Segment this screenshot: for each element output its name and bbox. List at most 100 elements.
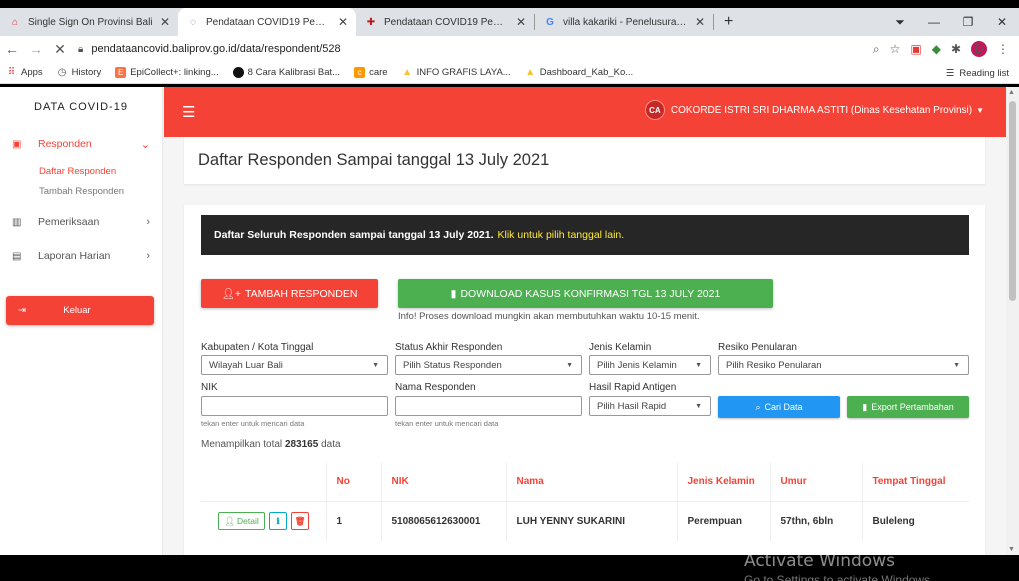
- tab-close-icon[interactable]: ✕: [516, 15, 526, 29]
- sidebar-subitem-daftar-responden[interactable]: Daftar Responden: [0, 161, 162, 181]
- sidebar-subitem-tambah-responden[interactable]: Tambah Responden: [0, 181, 162, 201]
- notice-text: Daftar Seluruh Responden sampai tanggal …: [214, 229, 494, 241]
- tab-close-icon[interactable]: ✕: [695, 15, 705, 29]
- browser-tab-sso[interactable]: ⌂ Single Sign On Provinsi Bali ✕: [0, 8, 178, 36]
- drive-icon: ▲: [402, 67, 413, 78]
- trash-icon[interactable]: 🗑︎: [291, 512, 309, 531]
- user-name: COKORDE ISTRI SRI DHARMA ASTITI (Dinas K…: [670, 104, 973, 116]
- extension-red-icon[interactable]: ▣: [910, 42, 921, 56]
- new-tab-button[interactable]: +: [714, 8, 743, 36]
- browser-tabstrip: ⌂ Single Sign On Provinsi Bali ✕ ◌ Penda…: [0, 8, 1019, 36]
- choose-date-link[interactable]: Klik untuk pilih tanggal lain.: [498, 229, 625, 241]
- table-header-row: No NIK Nama Jenis Kelamin Umur Tempat Ti…: [201, 463, 969, 502]
- kabupaten-select[interactable]: Wilayah Luar Bali ▼: [201, 355, 388, 375]
- url-text[interactable]: pendataancovid.baliprov.go.id/data/respo…: [91, 43, 340, 55]
- nama-label: Nama Responden: [395, 382, 476, 393]
- responden-table: No NIK Nama Jenis Kelamin Umur Tempat Ti…: [201, 463, 969, 541]
- jenis-kelamin-label: Jenis Kelamin: [589, 342, 652, 353]
- reading-list[interactable]: ☰ Reading list: [946, 62, 1009, 84]
- apps-grid-icon: ⠿: [7, 67, 16, 78]
- jenis-kelamin-select[interactable]: Pilih Jenis Kelamin ▼: [589, 355, 711, 375]
- toolbar-actions: ⌕ ☆ ▣ ◆ ✱ D ⋮: [873, 36, 1019, 62]
- forward-arrow-icon[interactable]: →: [24, 41, 48, 57]
- total-count-text: Menampilkan total 283165 data: [201, 439, 341, 450]
- detail-button[interactable]: 👤︎ Detail: [218, 512, 265, 531]
- file-download-icon: ▮: [450, 287, 457, 300]
- drive-icon: ▲: [525, 67, 536, 78]
- scroll-down-icon[interactable]: ▼: [1008, 546, 1015, 553]
- resiko-select[interactable]: Pilih Resiko Penularan ▼: [718, 355, 969, 375]
- extension-green-icon[interactable]: ◆: [932, 42, 941, 56]
- bookmarks-bar: ⠿ Apps ◷ History E EpiCollect+: linking.…: [0, 62, 1019, 84]
- col-header-no: No: [326, 463, 382, 502]
- info-icon[interactable]: ℹ: [269, 512, 287, 531]
- activate-windows-subtext: Go to Settings to activate Windows.: [744, 573, 934, 581]
- page-scrollbar[interactable]: ▲ ▼: [1006, 87, 1019, 555]
- laporan-icon: ▤: [12, 250, 22, 262]
- tab-close-icon[interactable]: ✕: [160, 15, 170, 29]
- nama-input[interactable]: [395, 396, 582, 416]
- restore-icon[interactable]: ❐: [951, 15, 985, 29]
- bookmark-star-icon[interactable]: ☆: [890, 42, 901, 56]
- bookmark-history[interactable]: ◷ History: [57, 67, 101, 78]
- status-select[interactable]: Pilih Status Responden ▼: [395, 355, 582, 375]
- browser-toolbar: ← → ✕ 🔒︎ pendataancovid.baliprov.go.id/d…: [0, 36, 1019, 62]
- user-menu[interactable]: CA COKORDE ISTRI SRI DHARMA ASTITI (Dina…: [644, 100, 984, 120]
- nik-input[interactable]: [201, 396, 388, 416]
- bookmark-epicollect[interactable]: E EpiCollect+: linking...: [115, 67, 219, 78]
- bookmark-kalibrasi[interactable]: 8 Cara Kalibrasi Bat...: [232, 67, 340, 78]
- scrollbar-thumb[interactable]: [1009, 101, 1016, 301]
- rapid-select[interactable]: Pilih Hasil Rapid ▼: [589, 396, 711, 416]
- cell-tempat-tinggal: Buleleng: [872, 515, 915, 527]
- pemeriksaan-icon: ▥: [12, 216, 22, 228]
- black-circle-icon: [232, 67, 244, 78]
- export-button[interactable]: ▮ Export Pertambahan: [847, 396, 969, 418]
- profile-avatar[interactable]: D: [971, 41, 987, 57]
- zoom-search-icon[interactable]: ⌕: [873, 42, 880, 57]
- logout-icon: ⇥: [18, 305, 26, 316]
- bookmark-dashboard[interactable]: ▲ Dashboard_Kab_Ko...: [525, 67, 633, 78]
- bookmark-care[interactable]: c care: [354, 67, 388, 78]
- google-g-icon: G: [546, 16, 554, 28]
- stop-loading-icon[interactable]: ✕: [48, 41, 72, 58]
- minimize-icon[interactable]: —: [917, 15, 951, 29]
- browser-tab-pendataan-active[interactable]: ◌ Pendataan COVID19 Pemprov Ba ✕: [178, 8, 356, 36]
- browser-menu-icon[interactable]: ⋮: [997, 42, 1009, 56]
- back-arrow-icon[interactable]: ←: [0, 41, 24, 57]
- dropdown-arrow-icon: ▼: [695, 361, 702, 369]
- nama-hint: tekan enter untuk mencari data: [395, 419, 499, 428]
- main-content: ☰ CA COKORDE ISTRI SRI DHARMA ASTITI (Di…: [164, 87, 1006, 555]
- browser-tab-pendataan-2[interactable]: ✚ Pendataan COVID19 Pemprov Ba ✕: [356, 8, 534, 36]
- tab-search-icon[interactable]: ⏷: [883, 15, 917, 30]
- cell-no: 1: [326, 501, 382, 541]
- tab-close-icon[interactable]: ✕: [338, 15, 348, 29]
- responden-icon: ▣: [12, 138, 22, 150]
- col-header-umur: Umur: [770, 463, 863, 502]
- logout-button[interactable]: ⇥ Keluar: [6, 296, 154, 325]
- download-confirmed-button[interactable]: ▮ DOWNLOAD KASUS KONFIRMASI TGL 13 JULY …: [398, 279, 773, 308]
- address-bar[interactable]: 🔒︎ pendataancovid.baliprov.go.id/data/re…: [78, 38, 898, 60]
- scroll-up-icon[interactable]: ▲: [1008, 89, 1015, 96]
- sidebar-item-responden[interactable]: ▣ Responden ⌄: [0, 127, 162, 161]
- browser-tab-google[interactable]: G villa kakariki - Penelusuran Goog ✕: [535, 8, 713, 36]
- col-header-actions: [201, 463, 327, 502]
- dropdown-arrow-icon: ▼: [953, 361, 960, 369]
- caret-down-icon: ▼: [976, 105, 984, 115]
- status-label: Status Akhir Responden: [395, 342, 503, 353]
- sidebar-item-pemeriksaan[interactable]: ▥ Pemeriksaan ›: [0, 205, 162, 239]
- hamburger-menu-icon[interactable]: ☰: [182, 103, 195, 121]
- bookmark-info-grafis[interactable]: ▲ INFO GRAFIS LAYA...: [402, 67, 511, 78]
- add-responden-button[interactable]: 👤︎+ TAMBAH RESPONDEN: [201, 279, 378, 308]
- close-window-icon[interactable]: ✕: [985, 15, 1019, 29]
- nik-hint: tekan enter untuk mencari data: [201, 419, 305, 428]
- activate-windows-watermark: Activate Windows: [744, 551, 895, 571]
- user-avatar: CA: [644, 100, 665, 120]
- lock-icon[interactable]: 🔒︎: [78, 44, 83, 55]
- extensions-puzzle-icon[interactable]: ✱: [951, 42, 961, 56]
- chevron-down-icon: ⌄: [140, 138, 150, 151]
- web-page: DATA COVID-19 ▣ Responden ⌄ Daftar Respo…: [0, 87, 1019, 555]
- search-data-button[interactable]: ⌕ Cari Data: [718, 396, 840, 418]
- cell-umur: 57thn, 6bln: [770, 501, 863, 541]
- sidebar-item-laporan-harian[interactable]: ▤ Laporan Harian ›: [0, 239, 162, 273]
- bookmark-apps[interactable]: ⠿ Apps: [6, 67, 43, 78]
